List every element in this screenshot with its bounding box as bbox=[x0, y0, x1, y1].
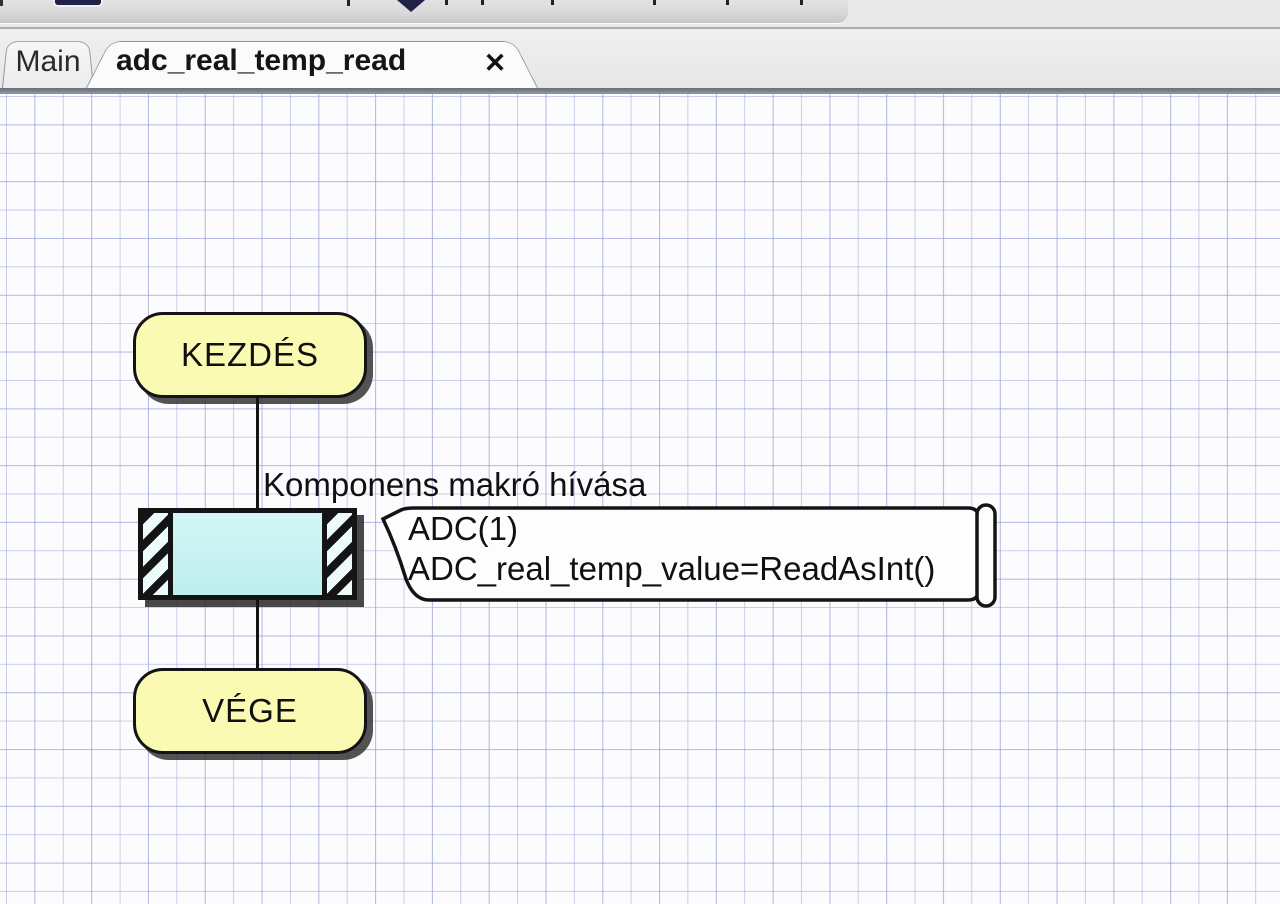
toolbar-icon-fragment bbox=[0, 0, 3, 6]
callout-macro-expression: ADC_real_temp_value=ReadAsInt() bbox=[408, 550, 936, 587]
end-block[interactable]: VÉGE bbox=[133, 668, 367, 754]
start-block-label: KEZDÉS bbox=[180, 336, 320, 373]
start-block[interactable]: KEZDÉS bbox=[133, 312, 367, 398]
toolbar-icon-fragment bbox=[551, 0, 554, 5]
arrow-icon bbox=[397, 0, 425, 12]
toolbar bbox=[0, 0, 1280, 29]
document-tab-bar: Main adc_real_temp_read ✕ bbox=[0, 29, 1280, 88]
end-block-label: VÉGE bbox=[202, 692, 298, 729]
connector-line bbox=[256, 398, 259, 510]
component-macro-block[interactable] bbox=[138, 508, 357, 600]
toolbar-icon-fragment bbox=[726, 0, 729, 5]
toolbar-icon-fragment bbox=[800, 0, 803, 5]
macro-hatch-right bbox=[327, 513, 352, 595]
toolbar-icon-fragment bbox=[653, 0, 656, 5]
toolbar-icon-fragment bbox=[55, 0, 101, 5]
callout-macro-name: ADC(1) bbox=[408, 510, 519, 547]
close-icon[interactable]: ✕ bbox=[478, 46, 512, 80]
callout-scroll-handle bbox=[975, 503, 997, 608]
macro-hatch-left bbox=[143, 513, 168, 595]
toolbar-icon-fragment bbox=[445, 0, 448, 5]
tab-main[interactable]: Main bbox=[2, 35, 94, 88]
tab-label: Main bbox=[15, 45, 81, 78]
toolbar-icon-fragment bbox=[347, 0, 350, 6]
tab-label: adc_real_temp_read bbox=[116, 44, 407, 77]
tab-adc-real-temp-read[interactable]: adc_real_temp_read ✕ bbox=[86, 35, 538, 88]
macro-body bbox=[173, 513, 322, 595]
connector-line bbox=[256, 598, 259, 670]
toolbar-icon-fragment bbox=[481, 0, 484, 5]
flowchart-canvas[interactable]: KEZDÉS Komponens makró hívása ADC(1) ADC… bbox=[0, 94, 1280, 904]
